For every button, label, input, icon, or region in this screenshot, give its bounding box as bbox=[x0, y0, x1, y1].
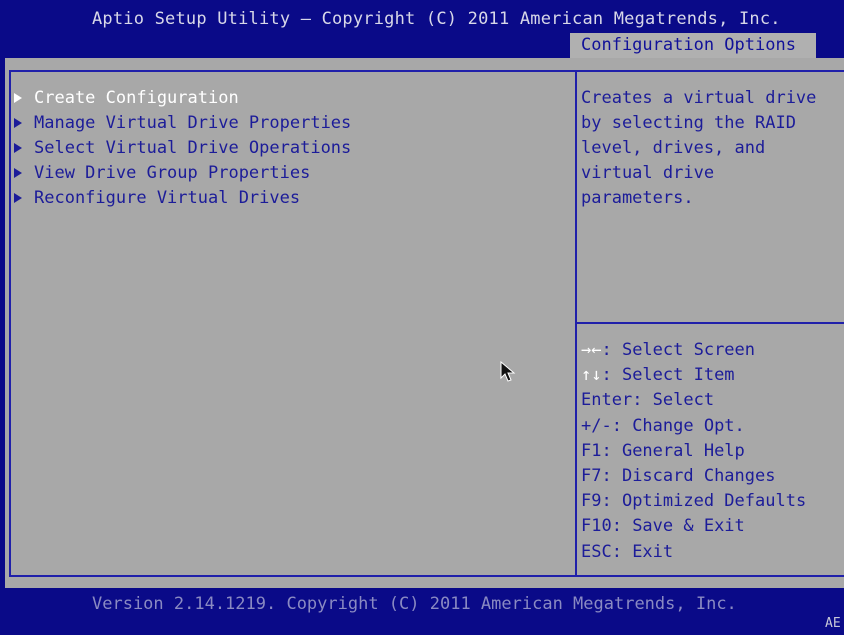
key-f9: F9 bbox=[581, 491, 602, 512]
help-text: Creates a virtual drive by selecting the… bbox=[581, 88, 817, 208]
key-description: : Exit bbox=[611, 541, 674, 562]
menu-item-create-configuration[interactable]: Create Configuration bbox=[14, 86, 351, 111]
key-description: : Save & Exit bbox=[611, 516, 745, 537]
key-description: : Select Item bbox=[601, 365, 735, 386]
right-triangle-icon bbox=[14, 168, 22, 178]
key-legend-item: F7: Discard Changes bbox=[581, 464, 806, 489]
menu-item-manage-virtual-drive-properties[interactable]: Manage Virtual Drive Properties bbox=[14, 111, 351, 136]
menu-item-label: Manage Virtual Drive Properties bbox=[34, 113, 352, 133]
corner-code: AE bbox=[825, 616, 841, 631]
key-description: : Discard Changes bbox=[601, 465, 776, 486]
key-legend-item: ↑↓: Select Item bbox=[581, 363, 806, 388]
key-enter: Enter bbox=[581, 390, 633, 411]
tab-configuration-options[interactable]: Configuration Options bbox=[570, 33, 816, 58]
right-triangle-icon bbox=[14, 118, 22, 128]
key-arrows-lr: →← bbox=[581, 340, 602, 360]
right-triangle-icon bbox=[14, 193, 22, 203]
key-legend-item: +/-: Change Opt. bbox=[581, 414, 806, 439]
key-description: : Select Screen bbox=[601, 340, 756, 360]
version-footer: Version 2.14.1219. Copyright (C) 2011 Am… bbox=[92, 594, 737, 614]
menu-item-reconfigure-virtual-drives[interactable]: Reconfigure Virtual Drives bbox=[14, 186, 351, 211]
setup-title: Aptio Setup Utility – Copyright (C) 2011… bbox=[92, 9, 781, 29]
menu-item-label: Create Configuration bbox=[34, 88, 239, 108]
key-legend-item: F1: General Help bbox=[581, 439, 806, 464]
help-divider-horizontal bbox=[577, 322, 844, 324]
key-f10: F10 bbox=[581, 516, 612, 537]
key-legend-item: F10: Save & Exit bbox=[581, 514, 806, 539]
menu-item-select-virtual-drive-operations[interactable]: Select Virtual Drive Operations bbox=[14, 136, 351, 161]
menu-item-label: Reconfigure Virtual Drives bbox=[34, 188, 301, 208]
menu-item-label: View Drive Group Properties bbox=[34, 163, 311, 183]
key-f1: F1 bbox=[581, 440, 602, 461]
right-triangle-icon bbox=[14, 93, 22, 103]
key-legend: →←: Select Screen ↑↓: Select Item Enter:… bbox=[581, 338, 806, 565]
configuration-menu: Create Configuration Manage Virtual Driv… bbox=[14, 86, 351, 211]
key-description: : Select bbox=[632, 390, 715, 411]
key-f7: F7 bbox=[581, 465, 602, 486]
menu-item-label: Select Virtual Drive Operations bbox=[34, 138, 352, 158]
key-esc: ESC bbox=[581, 541, 612, 562]
menu-item-view-drive-group-properties[interactable]: View Drive Group Properties bbox=[14, 161, 351, 186]
key-description: : General Help bbox=[601, 440, 745, 461]
key-legend-item: →←: Select Screen bbox=[581, 338, 806, 363]
key-plus-minus: +/- bbox=[581, 415, 612, 436]
right-triangle-icon bbox=[14, 143, 22, 153]
mouse-cursor-icon bbox=[500, 361, 516, 382]
key-legend-item: F9: Optimized Defaults bbox=[581, 489, 806, 514]
key-legend-item: ESC: Exit bbox=[581, 540, 806, 565]
key-legend-item: Enter: Select bbox=[581, 388, 806, 413]
key-arrows-ud: ↑↓ bbox=[581, 365, 602, 386]
key-description: : Optimized Defaults bbox=[601, 491, 807, 512]
key-description: : Change Opt. bbox=[611, 415, 745, 436]
